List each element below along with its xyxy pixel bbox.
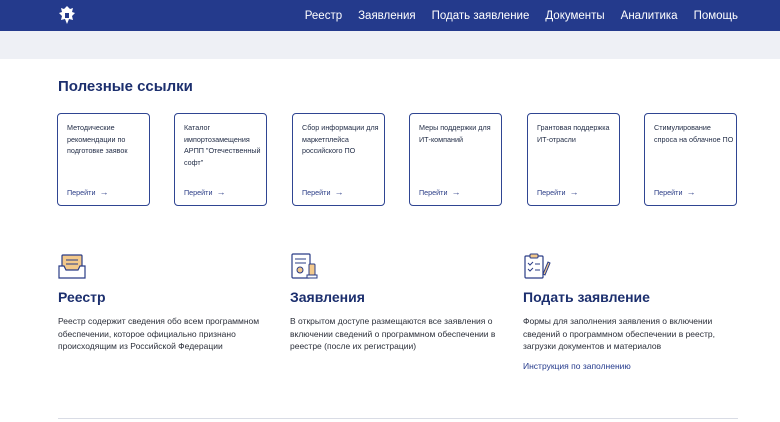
link-card-text: Грантовая поддержка ИТ-отрасли: [537, 123, 610, 144]
go-link-label: Перейти: [537, 188, 566, 197]
link-card-go[interactable]: Перейти →: [537, 187, 579, 198]
main-nav: Реестр Заявления Подать заявление Докуме…: [305, 0, 738, 31]
link-card-go[interactable]: Перейти →: [419, 187, 461, 198]
link-card-go[interactable]: Перейти →: [184, 187, 226, 198]
go-link-label: Перейти: [419, 188, 448, 197]
nav-item-registry[interactable]: Реестр: [305, 10, 342, 22]
link-card-grants[interactable]: Грантовая поддержка ИТ-отрасли Перейти →: [527, 113, 620, 206]
feature-text-applications: В открытом доступе размещаются все заявл…: [290, 316, 496, 351]
link-card-text: Сбор информации для маркетплейса российс…: [302, 123, 379, 155]
link-card-text: Каталог импортозамещения АРПП "Отечестве…: [184, 123, 261, 167]
submit-application-icon: [524, 253, 551, 279]
feature-text-submit-application: Формы для заполнения заявления о включен…: [523, 316, 715, 351]
link-card-support-measures[interactable]: Меры поддержки для ИТ-компаний Перейти →: [409, 113, 502, 206]
nav-item-analytics[interactable]: Аналитика: [621, 10, 678, 22]
feature-text-registry: Реестр содержит сведения обо всем програ…: [58, 316, 260, 351]
link-card-text: Меры поддержки для ИТ-компаний: [419, 123, 491, 144]
nav-item-help[interactable]: Помощь: [694, 10, 738, 22]
feature-title-registry[interactable]: Реестр: [58, 289, 106, 305]
registry-icon: [58, 254, 86, 279]
link-card-text: Стимулирование спроса на облачное ПО: [654, 123, 734, 144]
link-card-cloud-demand[interactable]: Стимулирование спроса на облачное ПО Пер…: [644, 113, 737, 206]
feature-title-submit-application[interactable]: Подать заявление: [523, 289, 650, 305]
link-card-methodology[interactable]: Методические рекомендации по подготовке …: [57, 113, 150, 206]
header-band: [0, 31, 780, 59]
applications-icon: [291, 253, 318, 279]
go-link-label: Перейти: [184, 188, 213, 197]
useful-links-title: Полезные ссылки: [58, 78, 193, 95]
arrow-right-icon: →: [334, 187, 344, 197]
arrow-right-icon: →: [569, 187, 579, 197]
nav-item-documents[interactable]: Документы: [545, 10, 604, 22]
top-navigation-bar: Реестр Заявления Подать заявление Докуме…: [0, 0, 780, 31]
link-card-go[interactable]: Перейти →: [654, 187, 696, 198]
divider: [58, 418, 738, 419]
nav-item-submit-application[interactable]: Подать заявление: [432, 10, 530, 22]
arrow-right-icon: →: [216, 187, 226, 197]
arrow-right-icon: →: [686, 187, 696, 197]
link-card-text: Методические рекомендации по подготовке …: [67, 123, 128, 155]
link-card-marketplace[interactable]: Сбор информации для маркетплейса российс…: [292, 113, 385, 206]
arrow-right-icon: →: [99, 187, 109, 197]
instruction-link[interactable]: Инструкция по заполнению: [523, 361, 631, 371]
arrow-right-icon: →: [451, 187, 461, 197]
coat-of-arms-logo-icon[interactable]: [58, 5, 76, 25]
go-link-label: Перейти: [302, 188, 331, 197]
go-link-label: Перейти: [67, 188, 96, 197]
link-card-catalog[interactable]: Каталог импортозамещения АРПП "Отечестве…: [174, 113, 267, 206]
nav-item-applications[interactable]: Заявления: [358, 10, 416, 22]
link-card-go[interactable]: Перейти →: [67, 187, 109, 198]
go-link-label: Перейти: [654, 188, 683, 197]
link-card-go[interactable]: Перейти →: [302, 187, 344, 198]
feature-title-applications[interactable]: Заявления: [290, 289, 365, 305]
